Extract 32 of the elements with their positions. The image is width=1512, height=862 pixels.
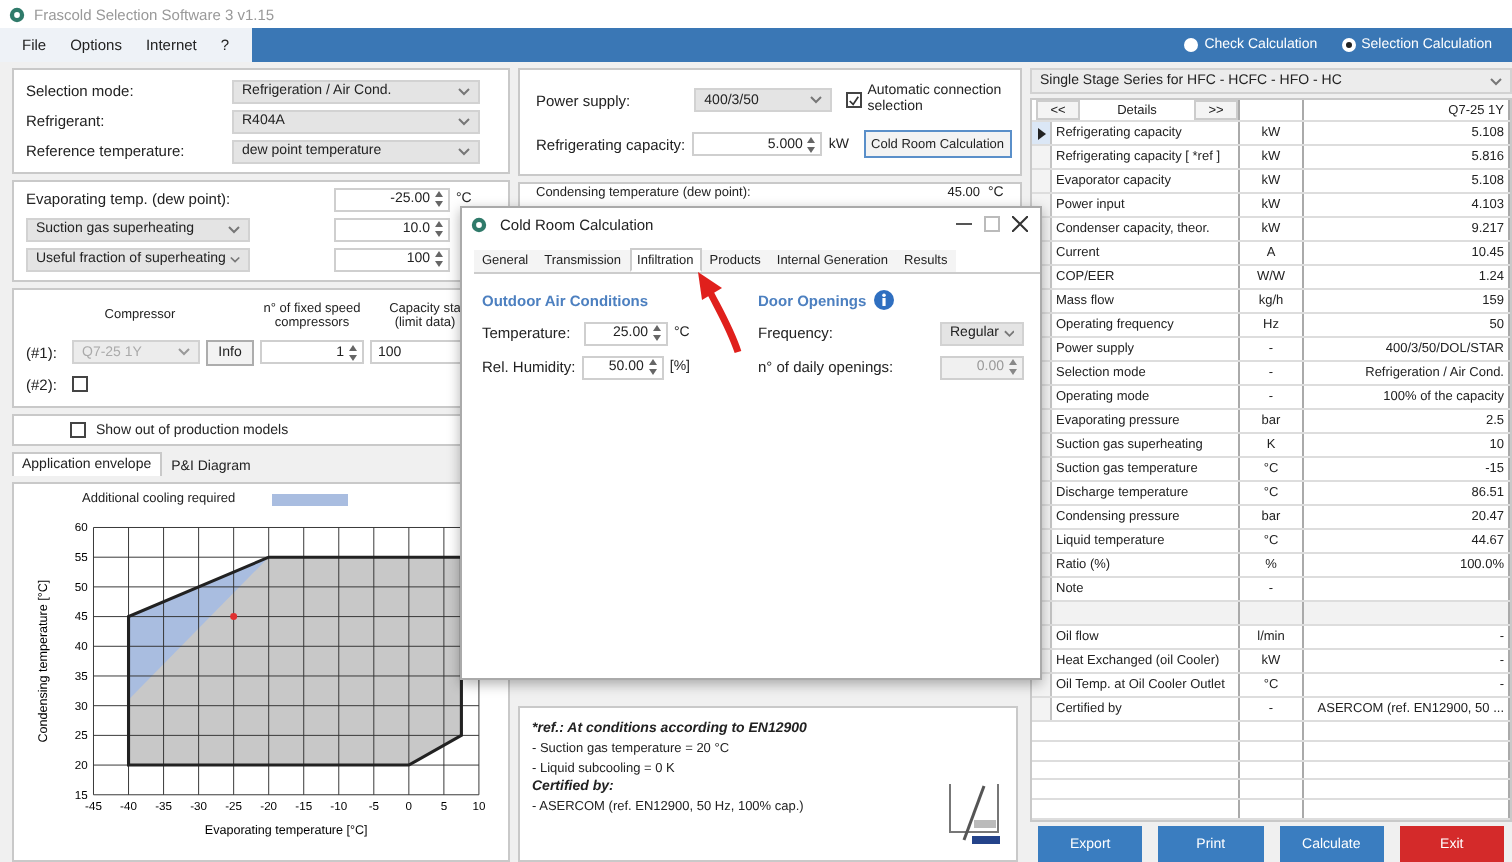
row-marker[interactable] bbox=[1032, 146, 1052, 168]
caret-icon bbox=[228, 225, 240, 233]
caret-icon bbox=[229, 255, 240, 263]
row-pointer-icon bbox=[1037, 127, 1045, 139]
operating-point bbox=[230, 612, 238, 620]
caret-icon bbox=[458, 87, 470, 95]
spinner-icon bbox=[434, 190, 444, 208]
close-icon[interactable] bbox=[1012, 216, 1028, 232]
certification-logo-icon bbox=[944, 780, 1004, 848]
spinner-icon bbox=[652, 324, 662, 342]
checkbox[interactable] bbox=[845, 92, 862, 108]
spinner-icon bbox=[647, 358, 658, 376]
caret-icon bbox=[458, 147, 470, 155]
app-icon bbox=[470, 215, 488, 233]
app-icon bbox=[8, 5, 26, 23]
spinner-icon bbox=[348, 343, 358, 361]
maximize-icon[interactable] bbox=[984, 216, 1000, 232]
checkbox[interactable] bbox=[72, 376, 88, 392]
caret-icon bbox=[1490, 77, 1502, 85]
checkbox[interactable] bbox=[70, 422, 86, 438]
row-marker[interactable] bbox=[1032, 170, 1052, 192]
caret-icon bbox=[458, 117, 470, 125]
caret-icon bbox=[809, 96, 822, 104]
info-icon[interactable] bbox=[874, 290, 895, 310]
caret-icon bbox=[178, 348, 190, 356]
row-marker[interactable] bbox=[1032, 698, 1052, 720]
spinner-icon bbox=[806, 135, 817, 153]
spinner-icon bbox=[434, 220, 444, 238]
spinner-icon bbox=[1008, 358, 1018, 376]
caret-icon bbox=[1003, 329, 1014, 337]
spinner-icon bbox=[434, 250, 444, 268]
row-marker[interactable] bbox=[1032, 122, 1052, 144]
